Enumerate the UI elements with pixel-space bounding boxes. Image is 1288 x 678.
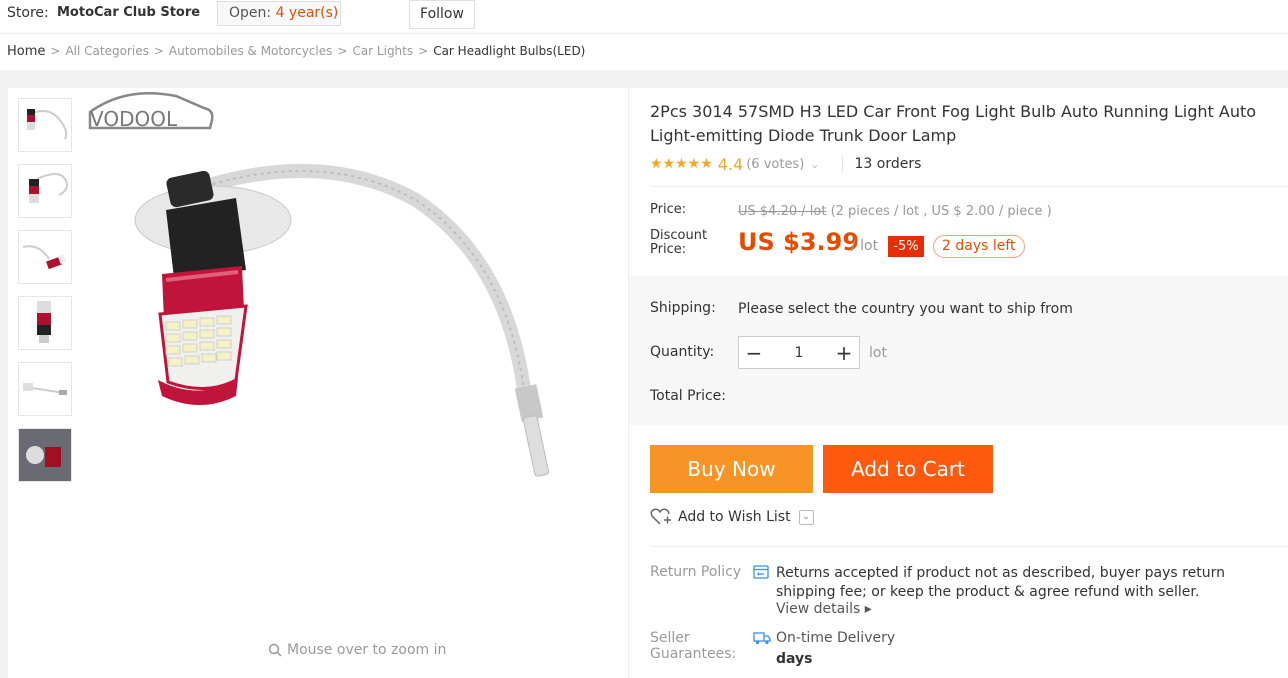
buy-now-button[interactable]: Buy Now <box>650 445 813 493</box>
add-to-wish-list[interactable]: Add to Wish List ⌄ <box>650 508 814 526</box>
zoom-hint: Mouse over to zoom in <box>268 642 446 658</box>
breadcrumb-separator: > <box>153 44 164 58</box>
thumbnail-3[interactable] <box>18 230 72 284</box>
product-title: 2Pcs 3014 57SMD H3 LED Car Front Fog Lig… <box>650 102 1257 145</box>
breadcrumb: Home > All Categories > Automobiles & Motorc… <box>0 36 1288 70</box>
quantity-decrease-button[interactable]: − <box>739 341 769 365</box>
price-label: Price: <box>650 202 687 217</box>
bulb-thumbnail-image <box>23 383 67 395</box>
wish-list-label[interactable]: Add to Wish List <box>678 509 791 525</box>
days-left-badge: 2 days left <box>933 235 1025 258</box>
seller-guarantees-label: Seller Guarantees: <box>650 630 736 662</box>
original-price: US $4.20 / lot (2 pieces / lot , US $ 2.… <box>738 204 1052 219</box>
return-policy-icon <box>753 565 769 579</box>
quantity-increase-button[interactable]: + <box>829 341 859 365</box>
store-open-duration: Open: 4 year(s) <box>217 1 341 26</box>
original-price-detail: (2 pieces / lot , US $ 2.00 / piece ) <box>830 204 1052 219</box>
thumbnail-5[interactable] <box>18 362 72 416</box>
bulb-thumbnail-image <box>29 173 68 203</box>
return-policy-label: Return Policy <box>650 564 742 580</box>
shipping-text: Please select the country you want to sh… <box>738 301 1073 317</box>
delivery-days: days <box>776 651 813 667</box>
quantity-stepper: − 1 + <box>738 336 860 369</box>
open-label: Open: <box>229 5 272 21</box>
image-gallery: VODOOL Mouse over to zoom in <box>8 88 628 678</box>
car-installed-thumbnail-image <box>19 429 71 481</box>
rating-row: ★★★★★ 4.4 (6 votes) ⌄ 13 orders <box>650 152 921 176</box>
thumbnail-4[interactable] <box>18 296 72 350</box>
breadcrumb-separator: > <box>337 44 348 58</box>
add-to-cart-button[interactable]: Add to Cart <box>823 445 993 493</box>
orders-count: 13 orders <box>854 156 922 172</box>
breadcrumb-home[interactable]: Home <box>7 44 45 59</box>
discount-label-line2: Price: <box>650 242 687 257</box>
quantity-unit: lot <box>869 345 887 361</box>
bulb-thumbnail-image <box>37 301 51 343</box>
rating-score: 4.4 <box>717 154 744 174</box>
divider-line <box>650 546 1288 547</box>
votes-link[interactable]: (6 votes) <box>746 157 804 172</box>
breadcrumb-current[interactable]: Car Headlight Bulbs(LED) <box>433 44 585 58</box>
store-bar: Store: MotoCar Club Store Open: 4 year(s… <box>0 0 1288 34</box>
breadcrumb-separator: > <box>418 44 429 58</box>
quantity-input[interactable]: 1 <box>769 345 829 361</box>
discount-price-label: Discount Price: <box>650 229 707 257</box>
per-lot-unit: / lot <box>851 238 879 254</box>
seller-label-line2: Guarantees: <box>650 646 737 662</box>
breadcrumb-separator: > <box>50 44 61 58</box>
delivery-truck-icon <box>753 632 771 645</box>
store-label: Store: <box>7 5 49 21</box>
total-price-label: Total Price: <box>650 388 727 404</box>
star-rating-icon: ★★★★★ <box>650 156 713 172</box>
chevron-down-icon[interactable]: ⌄ <box>810 158 819 171</box>
main-product-image[interactable]: VODOOL <box>86 90 626 630</box>
section-gap <box>0 70 1288 88</box>
divider-line <box>650 186 1288 187</box>
discount-label-line1: Discount <box>650 228 708 243</box>
options-panel <box>629 276 1288 425</box>
vodool-logo: VODOOL <box>88 91 214 131</box>
rating-separator <box>841 155 843 173</box>
thumbnail-1[interactable] <box>18 98 72 152</box>
svg-text:VODOOL: VODOOL <box>90 107 178 131</box>
breadcrumb-all-categories[interactable]: All Categories <box>65 44 148 58</box>
store-name-link[interactable]: MotoCar Club Store <box>57 5 200 20</box>
discount-badge: -5% <box>888 236 924 257</box>
thumbnail-6[interactable] <box>18 428 72 482</box>
seller-label-line1: Seller <box>650 630 690 646</box>
thumbnail-2[interactable] <box>18 164 72 218</box>
heart-icon <box>650 508 671 525</box>
quantity-label: Quantity: <box>650 344 715 360</box>
on-time-delivery-text: On-time Delivery <box>776 630 896 646</box>
bulb-thumbnail-image <box>22 245 67 270</box>
discount-price: US $3.99 <box>738 228 860 256</box>
bulb-thumbnail-image <box>27 109 68 140</box>
open-years: 4 year(s) <box>275 5 339 21</box>
follow-button[interactable]: Follow <box>409 0 475 29</box>
chevron-down-icon[interactable]: ⌄ <box>798 509 814 525</box>
breadcrumb-car-lights[interactable]: Car Lights <box>352 44 413 58</box>
view-details-link[interactable]: View details ▸ <box>776 601 872 617</box>
original-price-value: US $4.20 / lot <box>738 204 827 219</box>
return-policy-text: Returns accepted if product not as descr… <box>776 565 1225 600</box>
breadcrumb-automobiles[interactable]: Automobiles & Motorcycles <box>169 44 332 58</box>
zoom-hint-text: Mouse over to zoom in <box>287 642 447 658</box>
left-gutter <box>0 88 8 678</box>
shipping-label: Shipping: <box>650 300 716 316</box>
search-icon <box>268 643 282 657</box>
